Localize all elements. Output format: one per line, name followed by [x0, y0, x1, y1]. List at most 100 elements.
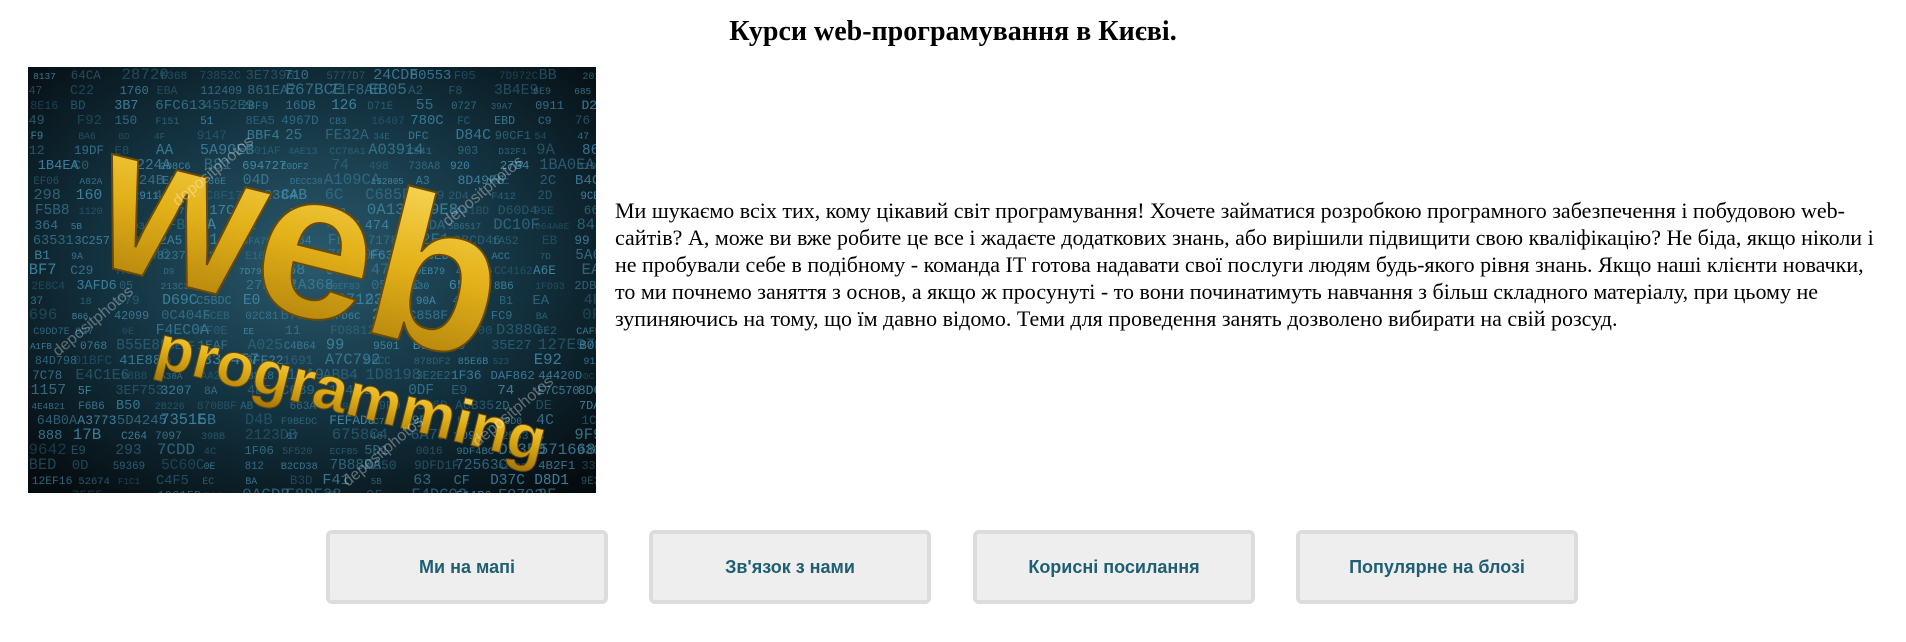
- code-glyph: D20DFD: [582, 98, 597, 113]
- code-glyph: 9E3: [581, 476, 596, 488]
- contact-button[interactable]: Зв'язок з нами: [649, 530, 931, 604]
- code-glyph: EB: [542, 233, 558, 248]
- code-glyph: F1C1: [118, 476, 141, 487]
- code-glyph: 47: [577, 131, 589, 142]
- code-glyph: B0F3: [579, 338, 596, 353]
- code-glyph: 99: [574, 233, 589, 248]
- code-glyph: F368: [161, 71, 187, 83]
- code-glyph: 17B: [73, 426, 101, 444]
- page-title: Курси web-програмування в Києві.: [729, 16, 1177, 47]
- code-glyph: A82A: [79, 176, 102, 187]
- code-glyph: 7C6: [204, 492, 222, 493]
- code-glyph: 95: [366, 488, 383, 493]
- code-glyph: 9DFD1F: [414, 459, 459, 473]
- code-glyph: 51AB6: [456, 489, 491, 493]
- code-glyph: 75E5: [72, 488, 104, 493]
- code-glyph: E9: [71, 444, 86, 458]
- code-glyph: D84C: [456, 128, 492, 144]
- code-glyph: 8137: [33, 71, 56, 82]
- code-glyph: F9: [31, 131, 44, 143]
- code-glyph: C22: [70, 84, 94, 99]
- code-glyph: 936A: [577, 444, 596, 459]
- code-glyph: 80553: [410, 69, 451, 84]
- code-glyph: C0: [73, 158, 89, 173]
- code-glyph: A6E: [533, 263, 556, 278]
- code-glyph: 59369: [113, 461, 145, 473]
- code-glyph: 16DB: [285, 98, 316, 113]
- code-glyph: 4C: [204, 446, 216, 458]
- code-glyph: B4CBEF: [575, 173, 596, 189]
- code-glyph: 0E: [122, 327, 134, 338]
- code-glyph: 2E8C4: [31, 281, 65, 293]
- code-glyph: 5B: [71, 221, 83, 232]
- code-glyph: 19DF: [74, 144, 104, 158]
- code-glyph: ECFB5: [330, 446, 359, 457]
- code-glyph: F92: [77, 113, 102, 129]
- code-glyph: 84D798: [35, 354, 77, 368]
- code-glyph: 49: [29, 114, 45, 129]
- code-glyph: 160: [76, 188, 102, 204]
- code-glyph: 0ACDB: [242, 486, 290, 493]
- code-glyph: 0D: [72, 458, 89, 474]
- code-glyph: BF7: [29, 261, 57, 279]
- code-glyph: 8E16: [30, 99, 58, 113]
- code-glyph: 19615D: [157, 489, 201, 493]
- code-glyph: 298: [34, 186, 61, 204]
- code-glyph: 2D: [537, 189, 552, 203]
- code-glyph: B50: [116, 399, 140, 414]
- code-glyph: CB3: [329, 116, 347, 127]
- code-glyph: DAF862: [491, 369, 535, 383]
- code-glyph: 12: [29, 143, 45, 158]
- code-glyph: 523: [493, 356, 509, 367]
- code-glyph: 7C78: [32, 369, 62, 383]
- code-glyph: 64B0A: [37, 414, 78, 429]
- code-glyph: 64CA: [71, 69, 102, 83]
- code-glyph: 7D972C: [499, 71, 539, 83]
- code-glyph: 39BB: [201, 432, 225, 443]
- code-glyph: 5B: [198, 412, 216, 429]
- code-glyph: 0768: [80, 341, 107, 353]
- code-glyph: 39A7: [491, 102, 513, 112]
- code-glyph: FC: [457, 116, 470, 128]
- code-glyph: 35E27: [491, 339, 531, 354]
- code-glyph: 5C60C: [161, 458, 205, 474]
- code-glyph: BA6: [78, 131, 96, 142]
- code-glyph: BED: [29, 456, 57, 474]
- code-glyph: 844: [577, 216, 596, 234]
- code-glyph: EC: [202, 476, 214, 487]
- code-glyph: 9CBDF3: [581, 191, 597, 203]
- code-glyph: 647E: [30, 492, 52, 493]
- code-glyph: B2CD38: [281, 461, 318, 473]
- code-glyph: D4B: [245, 411, 273, 429]
- code-glyph: 1157: [31, 383, 67, 399]
- code-glyph: 31D3: [578, 161, 597, 173]
- useful-links-button[interactable]: Корисні посилання: [973, 530, 1255, 604]
- code-glyph: BB: [539, 67, 557, 84]
- code-glyph: 0E: [204, 461, 216, 472]
- code-glyph: EA: [582, 261, 597, 279]
- code-glyph: C264: [121, 431, 147, 443]
- code-glyph: 1F06: [244, 444, 274, 458]
- code-glyph: 2E: [324, 491, 337, 493]
- code-glyph: 8DC649: [578, 383, 596, 398]
- code-glyph: 63531: [33, 234, 74, 249]
- bottom-navigation: Ми на мапі Зв'язок з нами Корисні посила…: [326, 530, 1580, 604]
- code-glyph: 4B2F1: [538, 459, 575, 473]
- code-glyph: 0F6: [582, 306, 596, 324]
- code-glyph: 126: [331, 98, 357, 114]
- popular-blog-button[interactable]: Популярне на блозі: [1296, 530, 1578, 604]
- code-glyph: F5B8: [35, 203, 70, 219]
- code-glyph: EBD: [494, 114, 515, 128]
- code-glyph: 7DA84: [579, 399, 596, 413]
- code-glyph: 67: [286, 432, 298, 443]
- code-glyph: 2DB2: [574, 279, 596, 293]
- code-glyph: D388C: [496, 321, 542, 339]
- code-glyph: 3B4E9: [494, 83, 538, 99]
- code-glyph: 16407: [371, 116, 405, 128]
- map-button[interactable]: Ми на мапі: [326, 530, 608, 604]
- code-glyph: FFF87D: [119, 491, 154, 493]
- code-glyph: 7CDD: [157, 441, 195, 459]
- code-glyph: 73852C: [200, 70, 242, 83]
- code-glyph: 8D3622: [574, 491, 596, 493]
- code-glyph: 064A8E: [535, 221, 570, 232]
